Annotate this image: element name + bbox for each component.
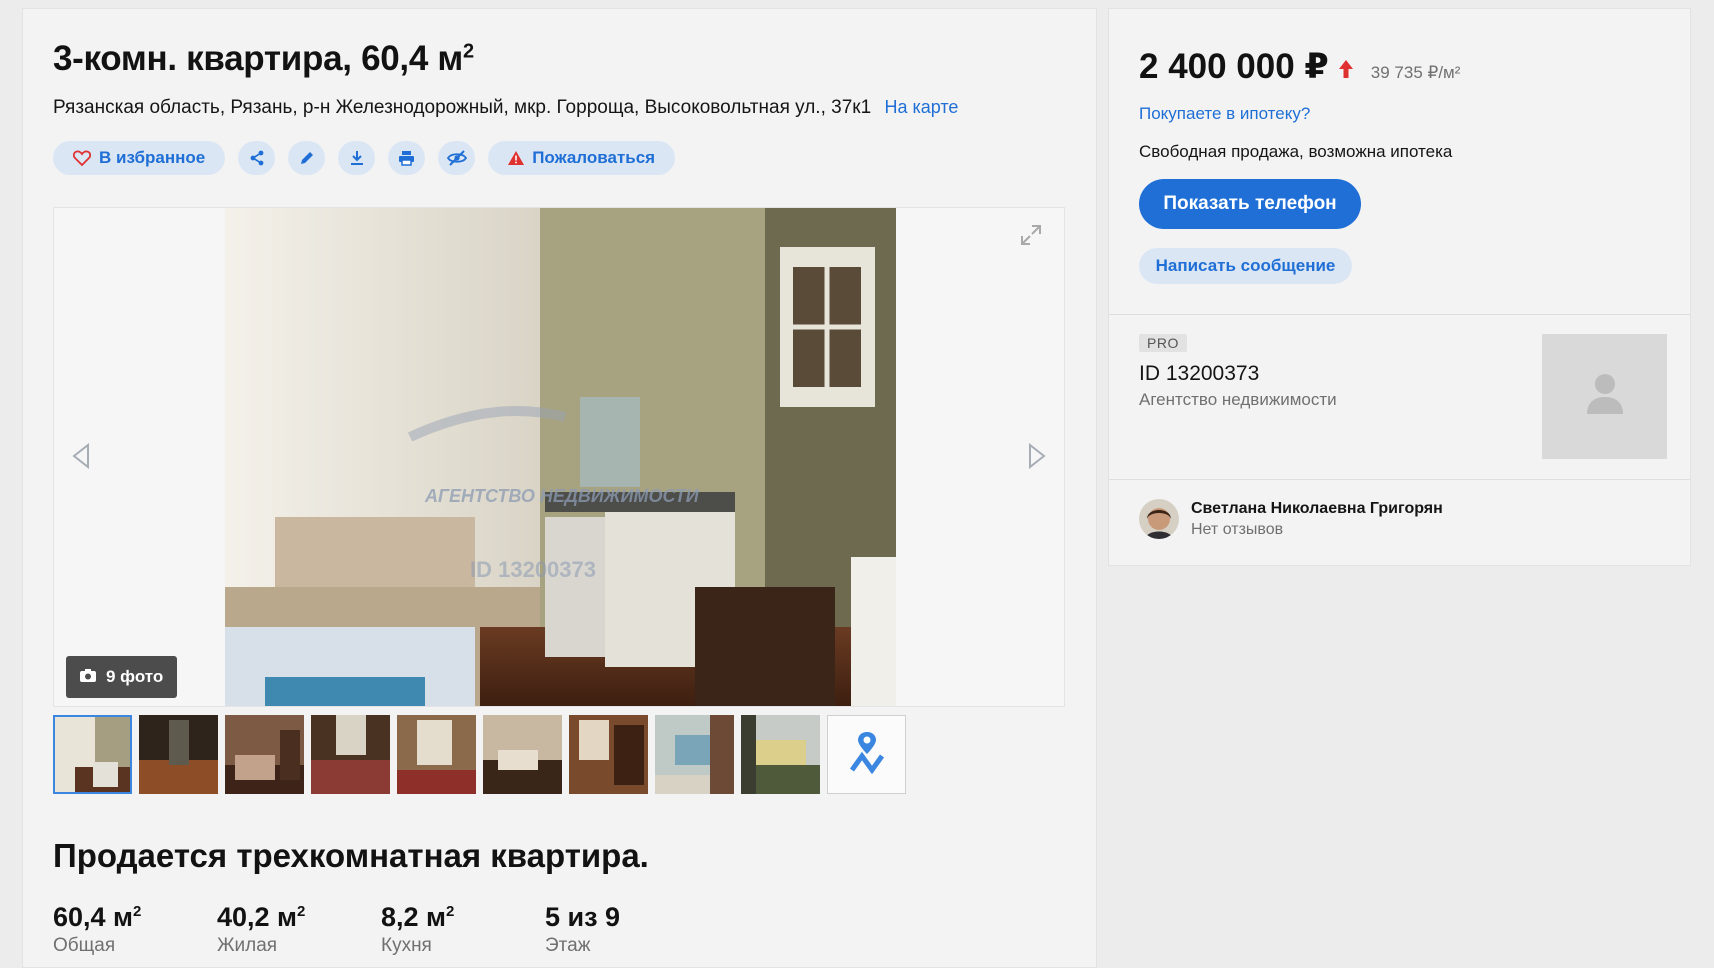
- complain-label: Пожаловаться: [532, 148, 656, 167]
- agent-type: Агентство недвижимости: [1139, 390, 1337, 409]
- map-thumbnail[interactable]: [827, 715, 906, 794]
- thumbnail-5[interactable]: [397, 715, 476, 794]
- key-facts: 60,4 м2 Общая 40,2 м2 Жилая 8,2 м2 Кухня…: [53, 902, 709, 957]
- contact-name[interactable]: Светлана Николаевна Григорян: [1191, 500, 1443, 518]
- price-row: 2 400 000 ₽ 39 735 ₽/м²: [1139, 47, 1460, 87]
- contact-avatar[interactable]: [1139, 499, 1179, 539]
- fact-living-area: 40,2 м2 Жилая: [217, 902, 306, 956]
- agent-avatar[interactable]: [1542, 334, 1667, 459]
- on-map-link[interactable]: На карте: [884, 97, 958, 117]
- main-photo[interactable]: АГЕНТСТВО НЕДВИЖИМОСТИ ID 13200373: [225, 208, 896, 706]
- fullscreen-icon[interactable]: [1020, 224, 1042, 251]
- listing-title: 3-комн. квартира, 60,4 м2: [53, 39, 474, 78]
- description-heading: Продается трехкомнатная квартира.: [53, 837, 649, 874]
- thumbnail-2[interactable]: [139, 715, 218, 794]
- price: 2 400 000 ₽: [1139, 47, 1329, 86]
- address-text: Рязанская область, Рязань, р-н Железнодо…: [53, 97, 872, 118]
- price-per-meter: 39 735 ₽/м²: [1370, 63, 1461, 82]
- fact-floor: 5 из 9 Этаж: [545, 902, 621, 956]
- hide-icon: [446, 150, 467, 166]
- heart-icon: [73, 150, 91, 166]
- thumbnail-8[interactable]: [655, 715, 734, 794]
- pro-badge: PRO: [1139, 334, 1187, 352]
- map-pin-icon: [849, 730, 884, 779]
- share-icon: [249, 150, 265, 166]
- photo-counter[interactable]: 9 фото: [66, 656, 178, 698]
- download-button[interactable]: [338, 141, 376, 175]
- camera-icon: [80, 667, 96, 687]
- write-message-button[interactable]: Написать сообщение: [1139, 248, 1352, 284]
- sale-type: Свободная продажа, возможна ипотека: [1139, 142, 1453, 161]
- favorite-label: В избранное: [99, 148, 206, 167]
- thumbnail-6[interactable]: [483, 715, 562, 794]
- user-placeholder-icon: [1585, 372, 1625, 421]
- mortgage-link[interactable]: Покупаете в ипотеку?: [1139, 104, 1310, 124]
- thumbnail-1[interactable]: [53, 715, 132, 794]
- price-sidebar: 2 400 000 ₽ 39 735 ₽/м² Покупаете в ипот…: [1108, 8, 1691, 566]
- agent-id[interactable]: ID 13200373: [1139, 362, 1259, 386]
- photo-count-label: 9 фото: [106, 667, 164, 686]
- price-up-icon[interactable]: [1338, 60, 1353, 83]
- print-button[interactable]: [388, 141, 426, 175]
- favorite-button[interactable]: В избранное: [53, 141, 226, 175]
- complain-button[interactable]: Пожаловаться: [488, 141, 676, 175]
- photo-gallery[interactable]: АГЕНТСТВО НЕДВИЖИМОСТИ ID 13200373 9 фот…: [53, 207, 1065, 707]
- share-button[interactable]: [238, 141, 276, 175]
- show-phone-button[interactable]: Показать телефон: [1139, 179, 1361, 229]
- hide-listing-button[interactable]: [438, 141, 476, 175]
- contact-reviews: Нет отзывов: [1191, 520, 1284, 538]
- fact-kitchen-area: 8,2 м2 Кухня: [381, 902, 455, 956]
- watermark-text: АГЕНТСТВО НЕДВИЖИМОСТИ: [424, 486, 700, 506]
- fact-total-area: 60,4 м2 Общая: [53, 902, 142, 956]
- divider: [1109, 314, 1690, 315]
- thumbnail-7[interactable]: [569, 715, 648, 794]
- watermark-id: ID 13200373: [470, 557, 596, 582]
- action-bar: В избранное Пожаловаться: [53, 141, 676, 175]
- thumbnail-4[interactable]: [311, 715, 390, 794]
- print-icon: [398, 150, 415, 166]
- download-icon: [349, 150, 365, 166]
- pencil-icon: [299, 150, 315, 166]
- listing-address: Рязанская область, Рязань, р-н Железнодо…: [53, 97, 958, 119]
- contact-person: Светлана Николаевна Григорян Нет отзывов: [1139, 499, 1443, 539]
- divider: [1109, 479, 1690, 480]
- thumbnail-3[interactable]: [225, 715, 304, 794]
- gallery-prev-arrow[interactable]: [70, 442, 92, 474]
- warning-icon: [508, 151, 525, 165]
- edit-note-button[interactable]: [288, 141, 326, 175]
- thumbnail-strip: [53, 715, 906, 794]
- gallery-next-arrow[interactable]: [1026, 442, 1048, 474]
- thumbnail-9[interactable]: [741, 715, 820, 794]
- listing-main-card: 3-комн. квартира, 60,4 м2 Рязанская обла…: [22, 8, 1097, 968]
